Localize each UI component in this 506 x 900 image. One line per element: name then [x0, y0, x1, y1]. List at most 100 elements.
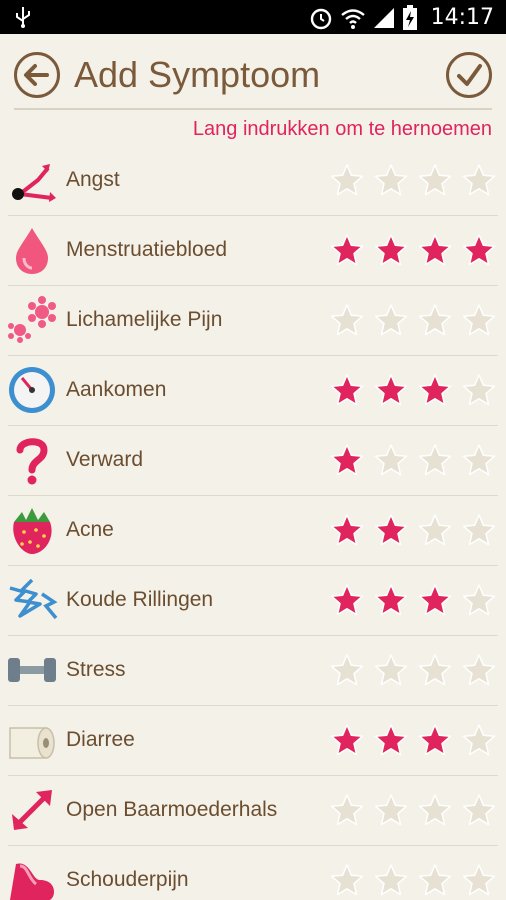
star-empty-icon[interactable]	[462, 863, 496, 897]
star-empty-icon[interactable]	[418, 443, 452, 477]
rating-stars	[330, 583, 496, 617]
symptom-label: Open Baarmoederhals	[66, 798, 278, 821]
star-empty-icon[interactable]	[462, 163, 496, 197]
rating-stars	[330, 303, 496, 337]
star-empty-icon[interactable]	[462, 303, 496, 337]
signal-icon	[374, 8, 394, 28]
star-empty-icon[interactable]	[462, 653, 496, 687]
alarm-icon	[310, 8, 332, 30]
rating-stars	[330, 653, 496, 687]
rating-stars	[330, 163, 496, 197]
app-bar: Add Symptoom	[0, 34, 506, 112]
star-empty-icon[interactable]	[330, 163, 364, 197]
symptom-row[interactable]: Verward	[0, 426, 506, 496]
symptom-row[interactable]: Menstruatiebloed	[0, 216, 506, 286]
star-filled-icon[interactable]	[330, 723, 364, 757]
star-empty-icon[interactable]	[374, 303, 408, 337]
confirm-button[interactable]	[446, 52, 492, 98]
symptom-label: Lichamelijke Pijn	[66, 308, 223, 331]
rating-stars	[330, 793, 496, 827]
star-empty-icon[interactable]	[418, 513, 452, 547]
header-divider	[14, 108, 492, 110]
symptom-label: Schouderpijn	[66, 868, 189, 891]
star-filled-icon[interactable]	[418, 373, 452, 407]
symptom-row[interactable]: Acne	[0, 496, 506, 566]
symptom-label: Verward	[66, 448, 144, 471]
flower-icon	[6, 294, 58, 346]
star-filled-icon[interactable]	[330, 233, 364, 267]
star-empty-icon[interactable]	[418, 653, 452, 687]
symptom-row[interactable]: Diarree	[0, 706, 506, 776]
star-filled-icon[interactable]	[374, 723, 408, 757]
star-filled-icon[interactable]	[374, 513, 408, 547]
symptom-row[interactable]: Lichamelijke Pijn	[0, 286, 506, 356]
symptom-row[interactable]: Angst	[0, 146, 506, 216]
star-filled-icon[interactable]	[462, 233, 496, 267]
status-bar: 14:17	[0, 0, 506, 34]
star-empty-icon[interactable]	[418, 163, 452, 197]
rating-stars	[330, 373, 496, 407]
question-mark-icon	[6, 434, 58, 486]
symptom-row[interactable]: Koude Rillingen	[0, 566, 506, 636]
dumbbell-icon	[6, 644, 58, 696]
battery-charging-icon	[403, 5, 417, 30]
star-filled-icon[interactable]	[418, 723, 452, 757]
status-time: 14:17	[430, 5, 494, 30]
clock-arrow-icon	[6, 154, 58, 206]
rename-hint: Lang indrukken om te hernoemen	[192, 118, 492, 140]
lightning-icon	[6, 574, 58, 626]
star-filled-icon[interactable]	[330, 443, 364, 477]
star-empty-icon[interactable]	[374, 443, 408, 477]
page-title: Add Symptoom	[74, 54, 321, 95]
rating-stars	[330, 863, 496, 897]
star-empty-icon[interactable]	[330, 863, 364, 897]
star-empty-icon[interactable]	[418, 863, 452, 897]
star-filled-icon[interactable]	[418, 583, 452, 617]
rating-stars	[330, 443, 496, 477]
star-empty-icon[interactable]	[418, 793, 452, 827]
star-empty-icon[interactable]	[462, 513, 496, 547]
star-filled-icon[interactable]	[374, 373, 408, 407]
back-button[interactable]	[14, 52, 60, 98]
star-empty-icon[interactable]	[374, 863, 408, 897]
rating-stars	[330, 233, 496, 267]
star-empty-icon[interactable]	[330, 303, 364, 337]
symptom-row[interactable]: Stress	[0, 636, 506, 706]
symptom-label: Diarree	[66, 728, 135, 751]
star-empty-icon[interactable]	[330, 653, 364, 687]
symptom-label: Angst	[66, 168, 120, 191]
star-empty-icon[interactable]	[374, 653, 408, 687]
scale-dial-icon	[6, 364, 58, 416]
star-filled-icon[interactable]	[330, 373, 364, 407]
star-empty-icon[interactable]	[462, 793, 496, 827]
star-filled-icon[interactable]	[374, 583, 408, 617]
symptom-label: Stress	[66, 658, 126, 681]
symptom-label: Acne	[66, 518, 114, 541]
rating-stars	[330, 723, 496, 757]
star-filled-icon[interactable]	[330, 513, 364, 547]
shoulder-icon	[6, 854, 58, 900]
star-empty-icon[interactable]	[462, 723, 496, 757]
symptom-label: Menstruatiebloed	[66, 238, 228, 261]
star-empty-icon[interactable]	[462, 443, 496, 477]
star-filled-icon[interactable]	[330, 583, 364, 617]
star-empty-icon[interactable]	[462, 373, 496, 407]
star-empty-icon[interactable]	[330, 793, 364, 827]
star-filled-icon[interactable]	[418, 233, 452, 267]
toilet-roll-icon	[6, 714, 58, 766]
star-empty-icon[interactable]	[418, 303, 452, 337]
blood-drop-icon	[6, 224, 58, 276]
symptom-row[interactable]: Schouderpijn	[0, 846, 506, 900]
star-empty-icon[interactable]	[374, 793, 408, 827]
star-filled-icon[interactable]	[374, 233, 408, 267]
usb-icon	[16, 7, 30, 28]
checkmark-icon	[457, 64, 482, 86]
symptom-label: Aankomen	[66, 378, 167, 401]
symptom-row[interactable]: Open Baarmoederhals	[0, 776, 506, 846]
symptom-list: Angst Menstruatiebloed Lichamelijke Pijn Aa…	[0, 146, 506, 900]
star-empty-icon[interactable]	[462, 583, 496, 617]
symptom-row[interactable]: Aankomen	[0, 356, 506, 426]
star-empty-icon[interactable]	[374, 163, 408, 197]
symptom-label: Koude Rillingen	[66, 588, 214, 611]
rating-stars	[330, 513, 496, 547]
